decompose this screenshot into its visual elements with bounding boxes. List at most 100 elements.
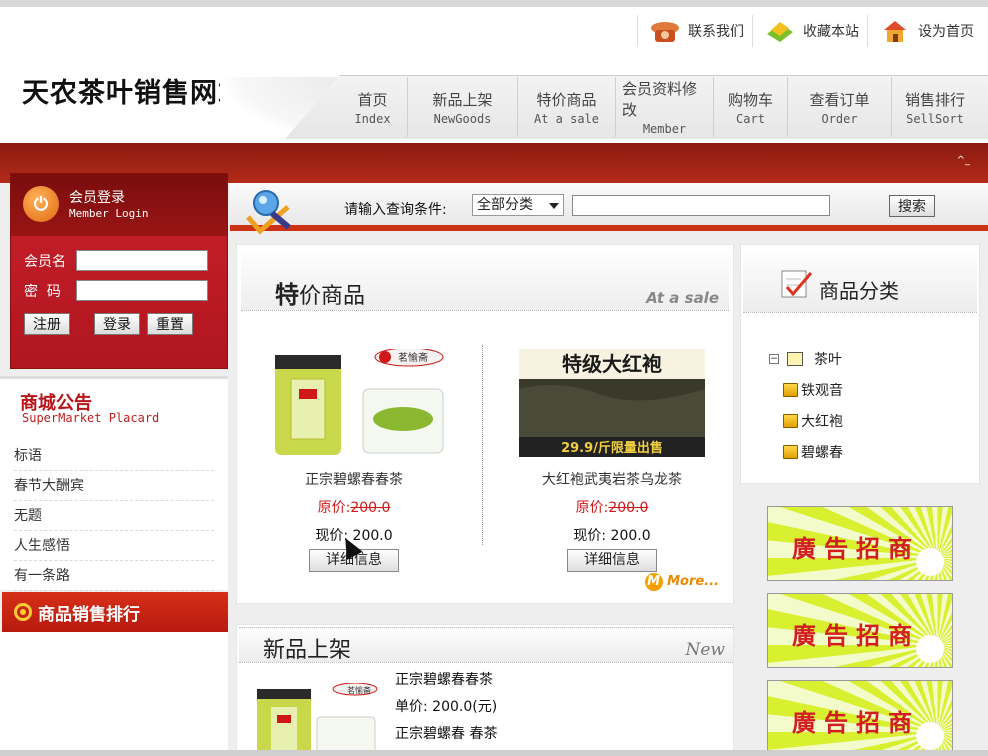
target-icon bbox=[14, 603, 32, 621]
original-price-label: 原价: bbox=[575, 500, 609, 516]
more-icon: M bbox=[644, 573, 663, 591]
login-button[interactable]: 登录 bbox=[94, 313, 140, 335]
register-button[interactable]: 注册 bbox=[24, 313, 70, 335]
category-item-dahongpao[interactable]: 大红袍 bbox=[769, 405, 843, 436]
contact-label: 联系我们 bbox=[688, 24, 744, 40]
bookmark-label: 收藏本站 bbox=[803, 24, 859, 40]
ad-banner[interactable]: 廣告招商 bbox=[767, 593, 953, 668]
collapse-icon[interactable]: ^_ bbox=[957, 155, 970, 166]
original-price-value: 200.0 bbox=[608, 500, 649, 516]
notice-item[interactable]: 有一条路 bbox=[14, 561, 214, 591]
ad-text: 廣告招商 bbox=[792, 534, 920, 563]
product-name[interactable]: 正宗碧螺春春茶 bbox=[249, 469, 459, 489]
login-subtitle: Member Login bbox=[69, 207, 149, 220]
category-tree: − 茶叶 铁观音 大红袍 碧螺春 bbox=[769, 343, 843, 467]
nav-item-sale[interactable]: 特价商品 At a sale bbox=[518, 77, 616, 137]
category-item-biluochun[interactable]: 碧螺春 bbox=[769, 436, 843, 467]
nav-cn: 会员资料修改 bbox=[622, 80, 698, 119]
nav-en: SellSort bbox=[906, 111, 964, 126]
image-brand-text: 茗愉斋 bbox=[398, 351, 428, 364]
category-header: 商品分类 bbox=[743, 253, 977, 313]
magnifier-icon bbox=[246, 190, 291, 235]
nav-item-sellsort[interactable]: 销售排行 SellSort bbox=[892, 77, 978, 137]
nav-item-order[interactable]: 查看订单 Order bbox=[788, 77, 892, 137]
nav-item-newgoods[interactable]: 新品上架 NewGoods bbox=[408, 77, 518, 137]
notice-item[interactable]: 无题 bbox=[14, 501, 214, 531]
nav-item-member[interactable]: 会员资料修改 Member bbox=[616, 77, 714, 137]
reset-button[interactable]: 重置 bbox=[147, 313, 193, 335]
login-header: ⏻ 会员登录 Member Login bbox=[11, 174, 227, 236]
nav-item-cart[interactable]: 购物车 Cart bbox=[714, 77, 788, 137]
original-price-value: 200.0 bbox=[350, 500, 391, 516]
category-item-label: 碧螺春 bbox=[801, 444, 843, 461]
notice-box: 商城公告 SuperMarket Placard 标语 春节大酬宾 无题 人生感… bbox=[0, 376, 228, 591]
header: 联系我们 收藏本站 设为首页 天农茶叶销售网站 首页 Index 新品上架 NewG… bbox=[0, 7, 988, 144]
sales-ranking-body bbox=[0, 632, 228, 756]
detail-button[interactable]: 详细信息 bbox=[567, 549, 657, 572]
ad-banner[interactable]: 廣告招商 bbox=[767, 680, 953, 755]
notice-item[interactable]: 标语 bbox=[14, 441, 214, 471]
chevron-down-icon bbox=[549, 203, 559, 209]
checklist-icon bbox=[781, 270, 813, 298]
login-box: ⏻ 会员登录 Member Login 会员名 密 码 注册 登录 重置 bbox=[10, 173, 228, 369]
password-label: 密 码 bbox=[24, 283, 61, 300]
original-price: 原价:200.0 bbox=[249, 497, 459, 517]
original-price: 原价:200.0 bbox=[507, 497, 717, 517]
ad-text: 廣告招商 bbox=[792, 621, 920, 650]
notice-item[interactable]: 人生感悟 bbox=[14, 531, 214, 561]
category-item-label: 大红袍 bbox=[801, 413, 843, 430]
collapse-tree-icon[interactable]: − bbox=[769, 353, 779, 364]
main-nav: 首页 Index 新品上架 NewGoods 特价商品 At a sale 会员资料修… bbox=[338, 77, 978, 137]
image-caption-text: 29.9/斤限量出售 bbox=[561, 440, 663, 456]
new-goods-title-en: New bbox=[685, 640, 726, 660]
nav-cn: 特价商品 bbox=[536, 90, 597, 109]
top-links: 联系我们 收藏本站 设为首页 bbox=[637, 15, 982, 47]
bookmark-link[interactable]: 收藏本站 bbox=[752, 15, 867, 47]
book-icon bbox=[787, 351, 803, 366]
power-icon: ⏻ bbox=[23, 186, 59, 222]
image-brand-text: 茗愉斋 bbox=[347, 685, 371, 695]
folder-icon bbox=[783, 444, 798, 459]
sale-title: 特价商品 bbox=[275, 275, 365, 310]
search-bar: 请输入查询条件: 全部分类 搜索 bbox=[230, 183, 988, 235]
new-product-name[interactable]: 正宗碧螺春春茶 bbox=[395, 667, 497, 694]
current-price: 现价: 200.0 bbox=[573, 528, 651, 544]
search-input[interactable] bbox=[572, 195, 830, 216]
product-name[interactable]: 大红袍武夷岩茶乌龙茶 bbox=[507, 469, 717, 489]
new-product-image[interactable]: 茗愉斋 bbox=[251, 683, 381, 756]
sale-panel: 特价商品 At a sale 茗愉斋 正宗碧螺春春茶 原价:200.0 现价: … bbox=[236, 244, 734, 604]
ad-text: 廣告招商 bbox=[792, 708, 920, 737]
category-item-tieguanyin[interactable]: 铁观音 bbox=[769, 374, 843, 405]
bottom-strip bbox=[0, 750, 988, 756]
product-image[interactable]: 茗愉斋 bbox=[261, 347, 447, 457]
category-select[interactable]: 全部分类 bbox=[472, 194, 564, 216]
more-label: More... bbox=[667, 574, 719, 589]
category-title: 商品分类 bbox=[819, 279, 899, 303]
search-button[interactable]: 搜索 bbox=[889, 195, 935, 217]
new-product-info: 正宗碧螺春春茶 单价: 200.0(元) 正宗碧螺春 春茶 bbox=[395, 667, 497, 748]
notice-subtitle: SuperMarket Placard bbox=[22, 411, 160, 425]
contact-link[interactable]: 联系我们 bbox=[637, 15, 752, 47]
home-icon bbox=[884, 21, 906, 42]
category-select-value: 全部分类 bbox=[477, 197, 533, 213]
category-root[interactable]: − 茶叶 bbox=[769, 343, 843, 374]
sale-title-bold: 特 bbox=[275, 281, 299, 309]
login-title: 会员登录 bbox=[69, 190, 125, 206]
notice-list: 标语 春节大酬宾 无题 人生感悟 有一条路 bbox=[14, 441, 214, 591]
category-panel: 商品分类 − 茶叶 铁观音 大红袍 碧螺春 bbox=[740, 244, 980, 484]
homepage-link[interactable]: 设为首页 bbox=[867, 15, 982, 47]
ad-banner[interactable]: 廣告招商 bbox=[767, 506, 953, 581]
new-goods-title: 新品上架 bbox=[263, 638, 352, 663]
more-link[interactable]: M More... bbox=[644, 573, 719, 591]
top-strip bbox=[0, 0, 988, 7]
sales-ranking-title: 商品销售排行 bbox=[38, 604, 140, 625]
username-row: 会员名 bbox=[24, 250, 208, 271]
product-image[interactable]: 特级大红袍 29.9/斤限量出售 bbox=[519, 349, 705, 457]
product-card: 特级大红袍 29.9/斤限量出售 大红袍武夷岩茶乌龙茶 原价:200.0 现价:… bbox=[507, 349, 717, 572]
password-input[interactable] bbox=[76, 280, 208, 301]
username-input[interactable] bbox=[76, 250, 208, 271]
bookmark-icon bbox=[767, 22, 793, 42]
original-price-label: 原价: bbox=[317, 500, 351, 516]
nav-item-index[interactable]: 首页 Index bbox=[338, 77, 408, 137]
notice-item[interactable]: 春节大酬宾 bbox=[14, 471, 214, 501]
